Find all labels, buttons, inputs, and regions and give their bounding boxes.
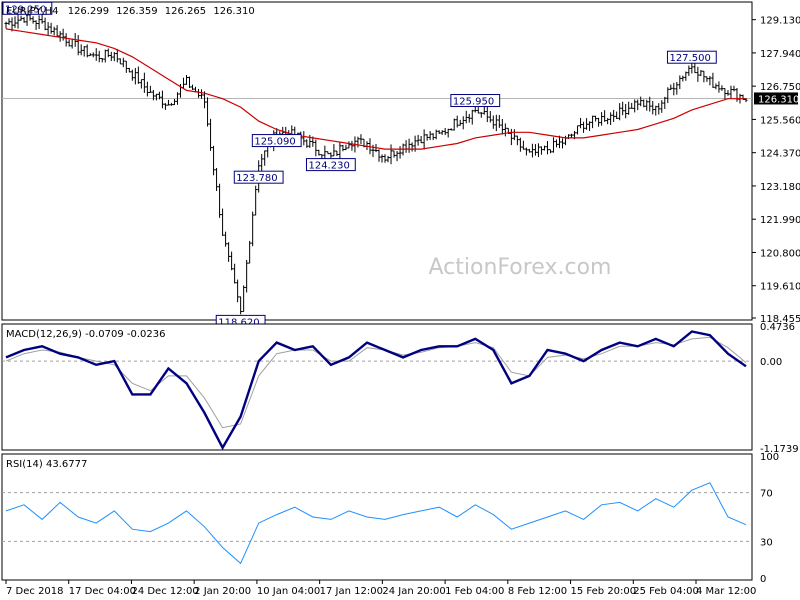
annotation-label: 125.090 xyxy=(254,137,295,148)
symbol-label: EURJPY,H4 xyxy=(6,6,59,17)
ohlc-low: 126.265 xyxy=(165,6,206,17)
macd-tick-label: 0.4736 xyxy=(760,322,795,333)
x-tick-label: 2 Jan 20:00 xyxy=(194,586,251,597)
x-tick-label: 25 Feb 04:00 xyxy=(633,586,699,597)
price-annotation: 125.950 xyxy=(450,94,501,108)
rsi-title: RSI(14) 43.6777 xyxy=(6,459,87,470)
x-tick-label: 1 Feb 04:00 xyxy=(445,586,504,597)
x-tick-label: 24 Dec 12:00 xyxy=(131,586,198,597)
price-tick-label: 126.750 xyxy=(760,82,800,93)
rsi-panel: 100 70 30 0 RSI(14) 43.6777 xyxy=(1,452,779,585)
price-panel: ActionForex.com 129.250125.090118.620123… xyxy=(1,1,800,328)
ohlc-high: 126.359 xyxy=(116,6,157,17)
macd-tick-label: 0.00 xyxy=(760,357,782,368)
ohlc-open: 126.299 xyxy=(68,6,109,17)
price-tick-label: 120.800 xyxy=(760,248,800,259)
x-tick-label: 7 Dec 2018 xyxy=(6,586,64,597)
macd-panel: 0.47360.00-1.1739 MACD(12,26,9) -0.0709 … xyxy=(1,322,799,455)
watermark: ActionForex.com xyxy=(429,255,612,280)
x-tick-label: 4 Mar 12:00 xyxy=(696,586,756,597)
x-tick-label: 17 Jan 12:00 xyxy=(320,586,383,597)
price-tick-label: 119.610 xyxy=(760,282,800,293)
annotation-label: 124.230 xyxy=(308,161,349,172)
x-tick-label: 15 Feb 20:00 xyxy=(571,586,637,597)
chart-root: ActionForex.com 129.250125.090118.620123… xyxy=(0,0,800,600)
rsi-tick-label: 30 xyxy=(760,537,773,548)
annotation-label: 127.500 xyxy=(669,53,710,64)
rsi-tick-label: 100 xyxy=(760,452,779,463)
price-tick-label: 125.560 xyxy=(760,115,800,126)
price-annotation: 124.230 xyxy=(305,158,356,172)
x-tick-label: 8 Feb 12:00 xyxy=(508,586,567,597)
macd-title: MACD(12,26,9) -0.0709 -0.0236 xyxy=(6,329,166,340)
price-tick-label: 129.130 xyxy=(760,16,800,27)
ohlc-close: 126.310 xyxy=(213,6,254,17)
rsi-panel-frame xyxy=(1,453,753,581)
price-annotation: 127.500 xyxy=(666,50,717,64)
x-tick-label: 17 Dec 04:00 xyxy=(69,586,136,597)
price-tick-label: 123.180 xyxy=(760,182,800,193)
x-tick-label: 10 Jan 04:00 xyxy=(257,586,320,597)
x-tick-label: 24 Jan 20:00 xyxy=(382,586,445,597)
rsi-tick-label: 70 xyxy=(760,489,773,500)
price-tick-label: 124.370 xyxy=(760,149,800,160)
annotation-label: 125.950 xyxy=(453,97,494,108)
price-panel-frame xyxy=(1,1,753,321)
macd-panel-frame xyxy=(1,323,753,451)
price-tick-label: 121.990 xyxy=(760,215,800,226)
rsi-tick-label: 0 xyxy=(760,574,766,585)
price-tick-label: 127.940 xyxy=(760,49,800,60)
price-annotation: 123.780 xyxy=(233,170,284,184)
annotation-label: 123.780 xyxy=(236,173,277,184)
price-title: EURJPY,H4 126.299 126.359 126.265 126.31… xyxy=(6,6,255,17)
last-price-label: 126.310 xyxy=(758,94,799,105)
price-annotation: 125.090 xyxy=(251,134,302,148)
